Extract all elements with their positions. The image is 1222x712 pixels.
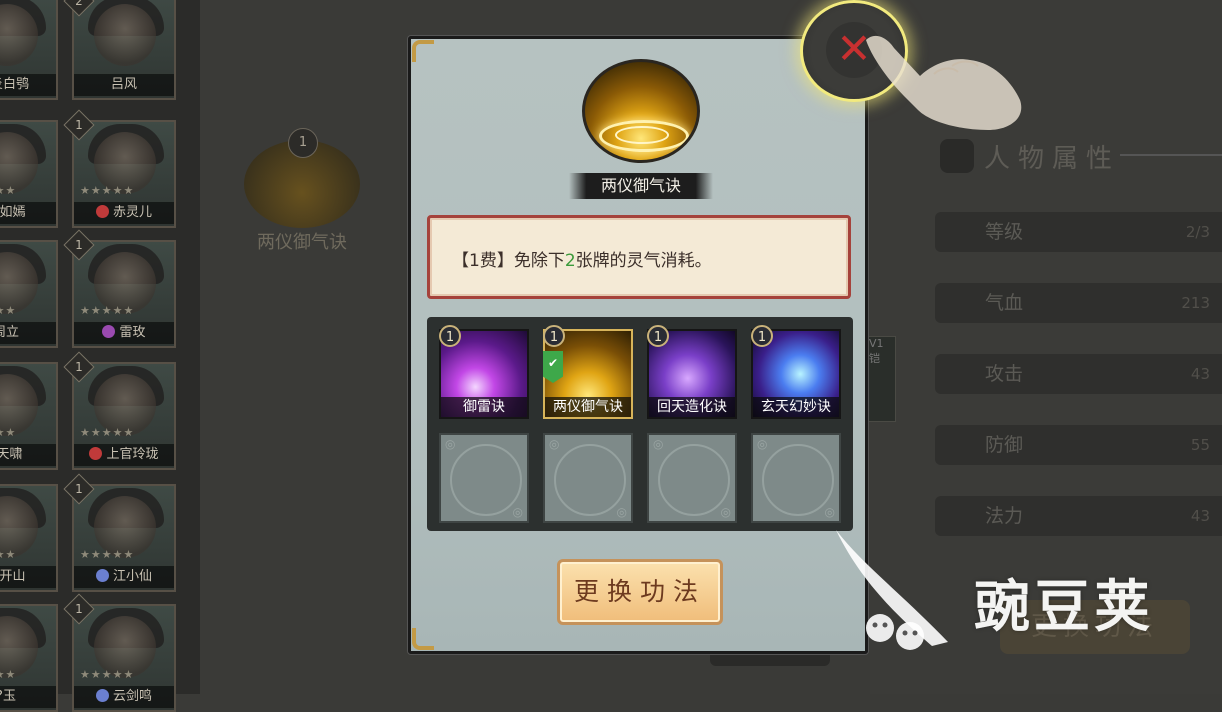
cost-badge: 1 <box>543 325 565 347</box>
star-rating-icon: ★★★★★ <box>0 548 17 561</box>
hero-card[interactable]: ★★★★★聂如嫣 <box>0 120 58 228</box>
skill-orb-icon <box>582 59 700 163</box>
star-rating-icon: ★★★★★ <box>80 426 135 439</box>
skill-swap-dialog: 两仪御气诀 【1费】免除下2张牌的灵气消耗。 御雷诀 两仪御气诀 回天造化诀 玄… <box>408 36 868 654</box>
fire-element-icon <box>95 205 109 218</box>
star-rating-icon: ★★★★★ <box>80 304 135 317</box>
star-rating-icon: ★★★★★ <box>80 668 135 681</box>
empty-skill-slot[interactable]: ◎ ◎ <box>751 433 841 523</box>
watermark-logo-icon <box>836 530 948 650</box>
hero-card[interactable]: ★★★★★ 江小仙 <box>72 484 176 592</box>
corner-ornament-icon <box>408 36 438 66</box>
star-rating-icon: ★★★★★ <box>0 668 17 681</box>
swap-skill-button[interactable]: 更换功法 <box>557 559 723 625</box>
hero-card[interactable]: ★★★★★周立 <box>0 240 58 348</box>
hero-card[interactable]: ★★★★★ 雷玫 <box>72 240 176 348</box>
equipped-check-icon: ✔ <box>543 351 563 383</box>
stat-row-level: 等级 2/3 <box>935 212 1222 252</box>
stat-row-attack: 攻击 43 <box>935 354 1222 394</box>
water-element-icon <box>95 689 109 702</box>
corner-ornament-icon <box>408 624 438 654</box>
empty-skill-slot[interactable]: ◎ ◎ <box>543 433 633 523</box>
pointing-hand-icon <box>866 35 1022 130</box>
hero-card[interactable]: ★★★★★ 赤灵儿 <box>72 120 176 228</box>
cost-badge: 1 <box>751 325 773 347</box>
side-tag: V1 铠 <box>868 336 896 422</box>
empty-skill-slot[interactable]: ◎ ◎ <box>647 433 737 523</box>
star-rating-icon: ★★★★★ <box>0 184 17 197</box>
star-rating-icon: ★★★★★ <box>0 304 17 317</box>
skill-title: 两仪御气诀 <box>569 173 713 199</box>
stat-row-mana: 法力 43 <box>935 496 1222 536</box>
star-rating-icon: ★★★★★ <box>80 184 135 197</box>
skill-slot-grid: 御雷诀 两仪御气诀 回天造化诀 玄天幻妙诀 ◎ ◎ ◎ ◎ ◎ ◎ ◎ ◎ <box>427 317 853 531</box>
cost-badge: 1 <box>288 128 318 158</box>
hero-card[interactable]: ★★★★★?玉 <box>0 604 58 712</box>
hero-card[interactable]: 吕风 <box>72 0 176 100</box>
hero-card[interactable]: ★★★★★ 云剑鸣 <box>72 604 176 712</box>
star-rating-icon: ★★★★★ <box>80 548 135 561</box>
hero-card[interactable]: ★★★★★?天啸 <box>0 362 58 470</box>
hero-card[interactable]: ★★★★★陆开山 <box>0 484 58 592</box>
hero-card[interactable]: ★★★★★ 上官玲珑 <box>72 362 176 470</box>
attributes-title: 人物属性 <box>940 138 1222 175</box>
skill-description: 【1费】免除下2张牌的灵气消耗。 <box>427 215 851 299</box>
water-element-icon <box>95 569 109 582</box>
cost-badge: 1 <box>439 325 461 347</box>
thunder-element-icon <box>102 325 116 338</box>
fire-element-icon <box>89 447 103 460</box>
hero-roster: ?炎白鸮 吕风 2 ★★★★★聂如嫣 ★★★★★赤灵儿 1 ★★★★★周立 ★★… <box>0 0 200 712</box>
star-rating-icon: ★★★★★ <box>0 426 17 439</box>
watermark-text: 豌豆荚 <box>974 575 1154 640</box>
stat-row-hp: 气血 213 <box>935 283 1222 323</box>
yin-yang-icon <box>940 139 974 173</box>
cost-badge: 1 <box>647 325 669 347</box>
stat-row-defense: 防御 55 <box>935 425 1222 465</box>
hero-card[interactable]: ?炎白鸮 <box>0 0 58 100</box>
empty-skill-slot[interactable]: ◎ ◎ <box>439 433 529 523</box>
